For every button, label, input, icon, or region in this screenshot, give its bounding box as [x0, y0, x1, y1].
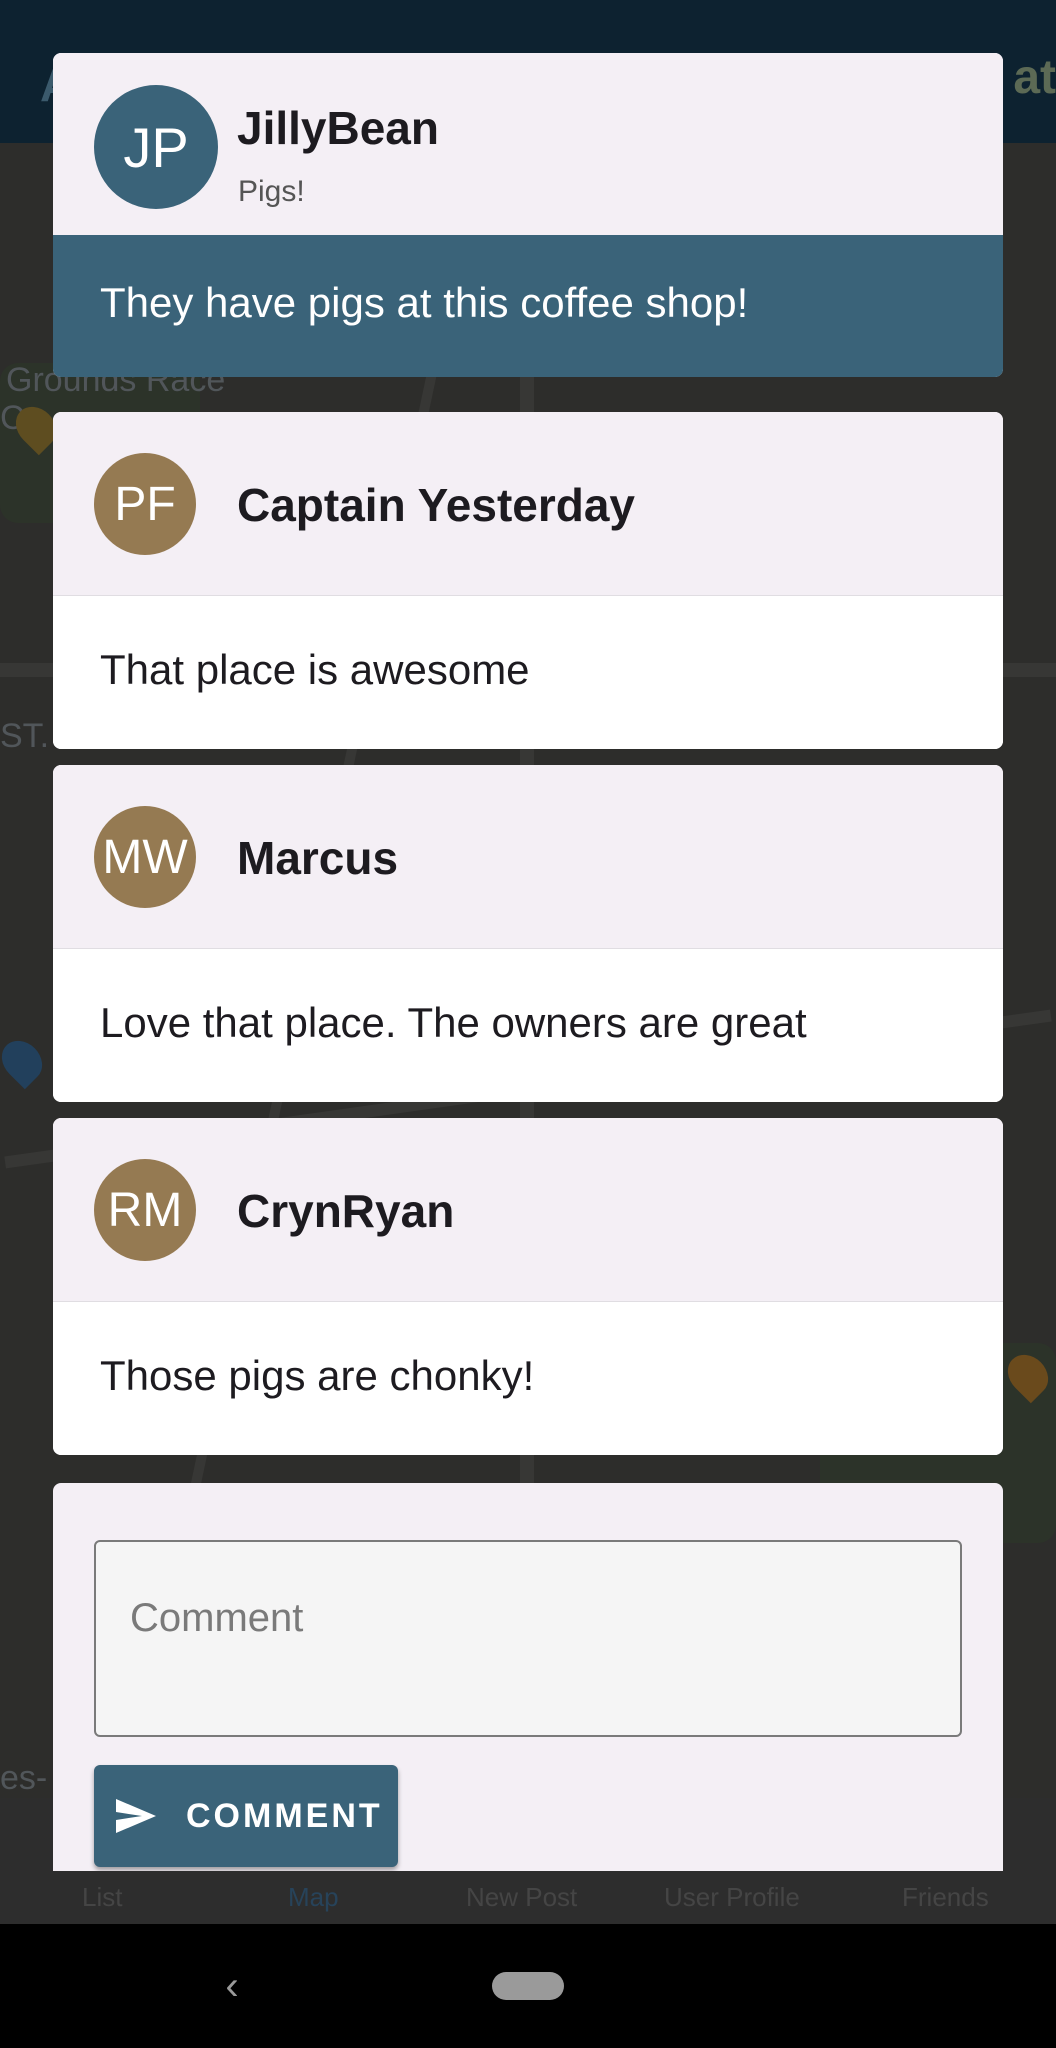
comment-button[interactable]: COMMENT [94, 1765, 398, 1867]
comment-card: MW Marcus Love that place. The owners ar… [53, 765, 1003, 1102]
comment-header: RM CrynRyan [53, 1118, 1003, 1302]
back-icon[interactable]: ‹ [212, 1964, 252, 2008]
comment-header: MW Marcus [53, 765, 1003, 949]
post-title: Pigs! [238, 175, 305, 208]
comment-body: Love that place. The owners are great [53, 949, 1003, 1102]
post-header: JP JillyBean Pigs! [53, 53, 1003, 235]
comment-input[interactable]: Comment [94, 1540, 962, 1737]
comment-header: PF Captain Yesterday [53, 412, 1003, 596]
post-body: They have pigs at this coffee shop! [53, 235, 1003, 377]
comment-text: That place is awesome [100, 646, 530, 693]
nav-item-new-post: New Post [466, 1882, 578, 1912]
comment-author: Marcus [237, 832, 399, 884]
nav-item-map: Map [288, 1882, 339, 1912]
comment-body: That place is awesome [53, 596, 1003, 749]
nav-item-user-profile: User Profile [664, 1882, 800, 1912]
map-label: ST. [0, 717, 50, 755]
comment-body: Those pigs are chonky! [53, 1302, 1003, 1455]
map-pin-icon [0, 1032, 51, 1090]
comment-card: PF Captain Yesterday That place is aweso… [53, 412, 1003, 749]
home-pill-icon[interactable] [492, 1972, 564, 2000]
avatar: PF [94, 453, 196, 555]
background-app-bar-text: at [1013, 51, 1056, 104]
post-author: JillyBean [237, 102, 439, 154]
send-icon [108, 1788, 164, 1844]
comment-text: Love that place. The owners are great [100, 999, 807, 1046]
map-label: es- [0, 1759, 48, 1797]
post-text: They have pigs at this coffee shop! [100, 279, 749, 326]
post-card: JP JillyBean Pigs! They have pigs at thi… [53, 53, 1003, 377]
comment-author: Captain Yesterday [237, 479, 636, 531]
comment-form: Comment COMMENT [53, 1483, 1003, 1871]
nav-item-friends: Friends [902, 1882, 989, 1912]
post-dialog[interactable]: JP JillyBean Pigs! They have pigs at thi… [53, 53, 1003, 1871]
comment-author: CrynRyan [237, 1185, 455, 1237]
avatar: JP [94, 85, 218, 209]
comment-placeholder: Comment [130, 1596, 304, 1640]
comment-card: RM CrynRyan Those pigs are chonky! [53, 1118, 1003, 1455]
avatar: MW [94, 806, 196, 908]
comment-button-label: COMMENT [186, 1796, 383, 1835]
nav-item-list: List [82, 1882, 123, 1912]
avatar: RM [94, 1159, 196, 1261]
comment-text: Those pigs are chonky! [100, 1352, 535, 1399]
